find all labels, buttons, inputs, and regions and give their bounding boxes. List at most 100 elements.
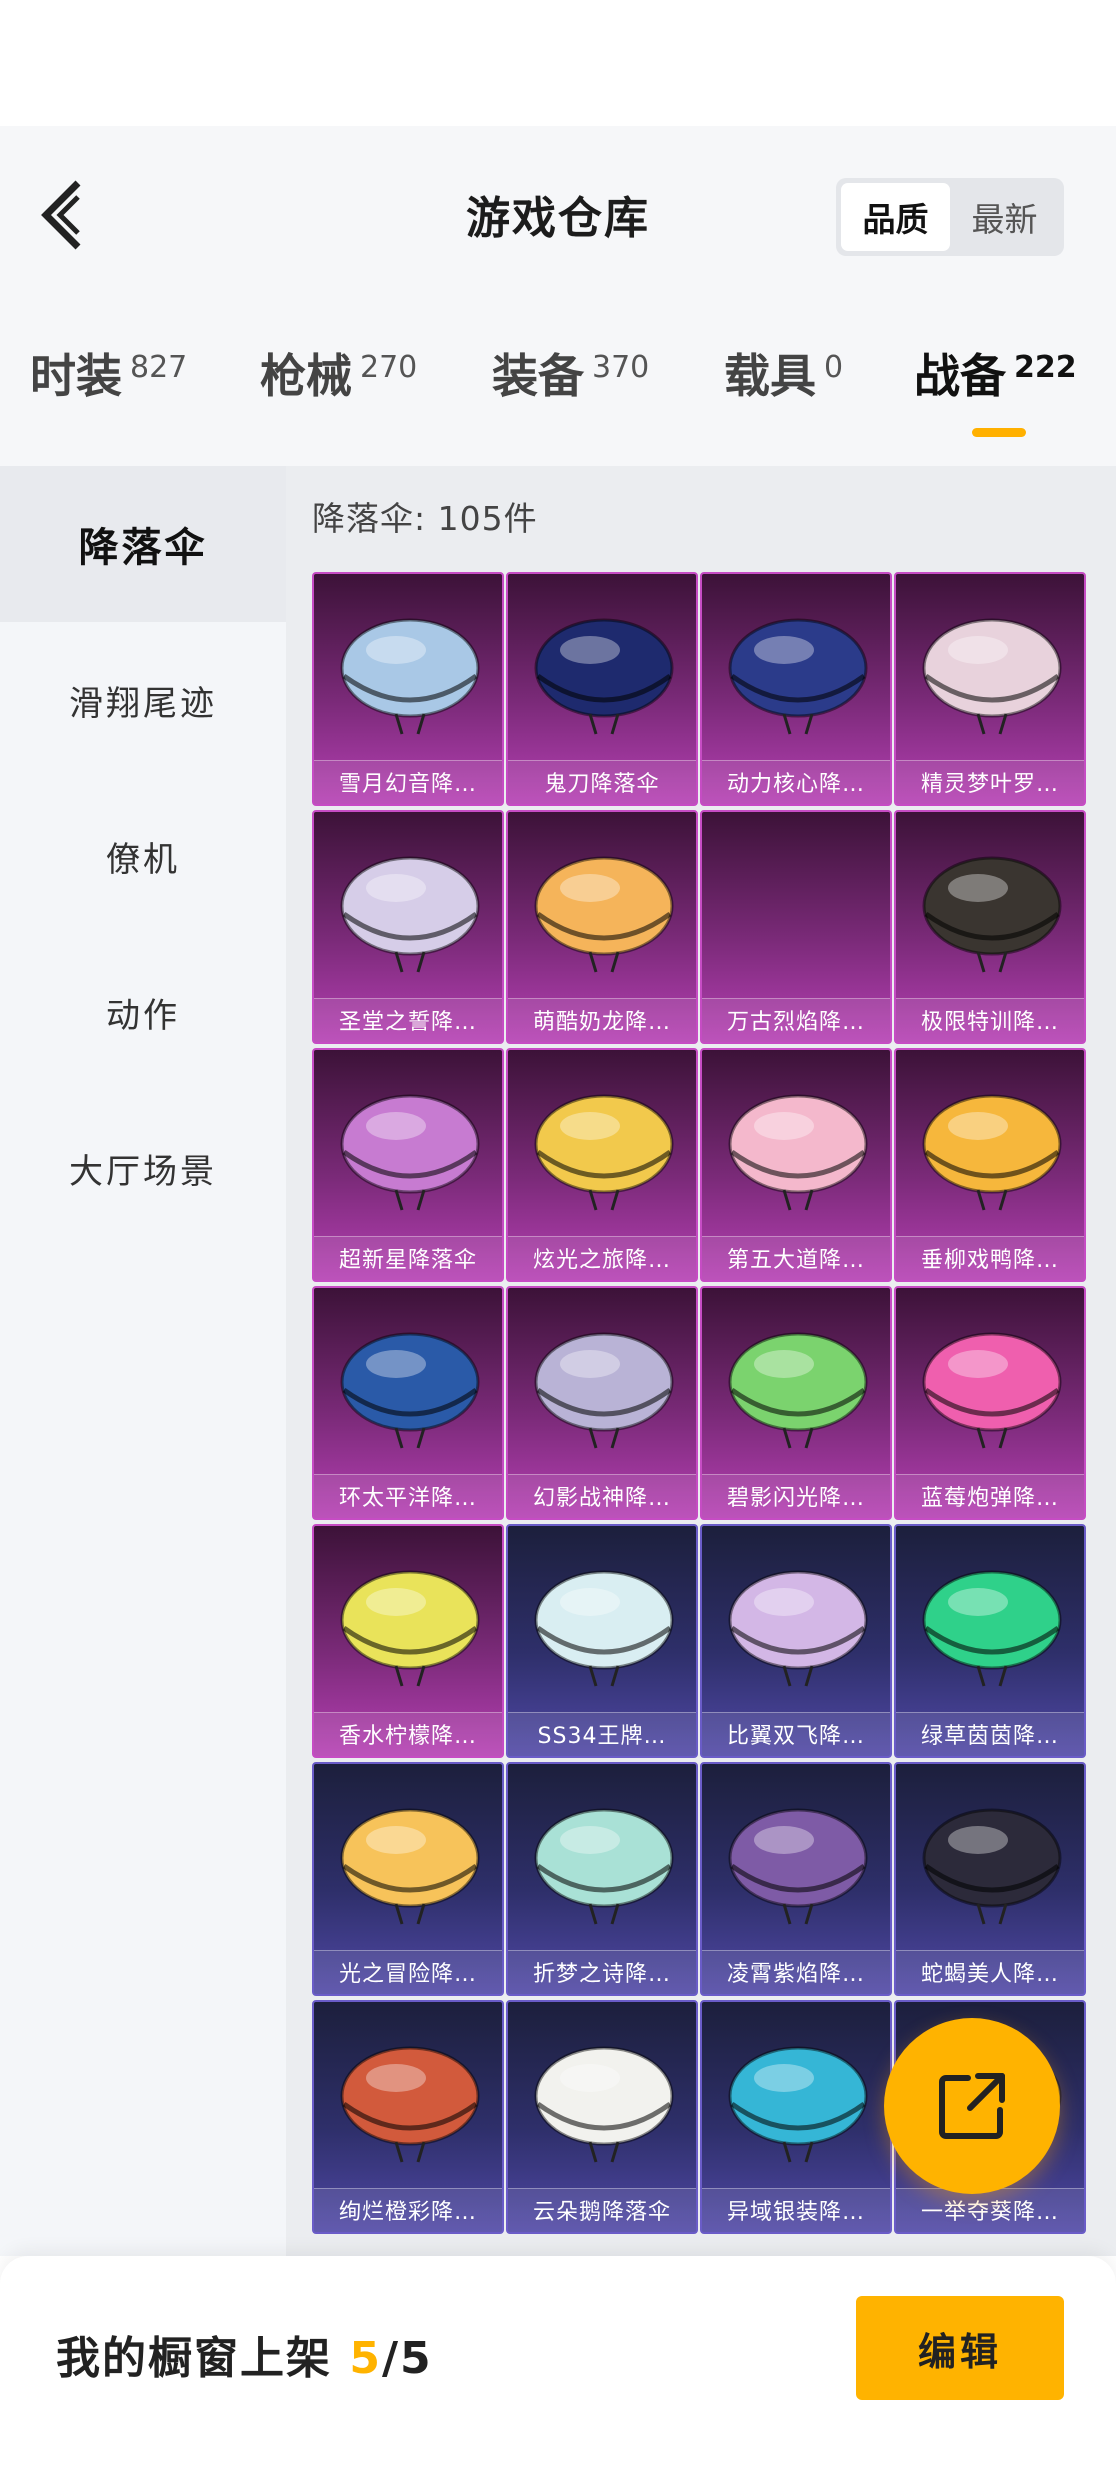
item-name: 凌霄紫焰降… — [726, 1962, 865, 1987]
parachute-icon — [340, 618, 480, 735]
sort-option-quality[interactable]: 品质 — [841, 183, 950, 251]
item-name: 蓝莓炮弹降… — [920, 1486, 1059, 1511]
tab-label: 载具 — [724, 349, 816, 403]
share-icon — [939, 2073, 1005, 2139]
item-name: 垂柳戏鸭降… — [920, 1248, 1059, 1273]
parachute-icon — [922, 1094, 1062, 1211]
showcase-label: 我的橱窗上架 — [56, 2333, 332, 2384]
sort-option-latest[interactable]: 最新 — [950, 183, 1059, 251]
showcase-current-count: 5 — [349, 2333, 382, 2384]
parachute-item[interactable]: 圣堂之誓降… — [312, 810, 504, 1044]
parachute-item[interactable]: 环太平洋降… — [312, 1286, 504, 1520]
item-name: 绚烂橙彩降… — [338, 2200, 477, 2225]
sidebar-item-wingman[interactable]: 僚机 — [0, 778, 286, 934]
tab-equipment[interactable]: 装备 370 — [492, 340, 649, 440]
parachute-icon — [922, 856, 1062, 973]
sidebar-item-lobby-scene[interactable]: 大厅场景 — [0, 1090, 286, 1246]
parachute-item[interactable]: 动力核心降… — [700, 572, 892, 806]
item-name: 精灵梦叶罗… — [920, 772, 1059, 797]
parachute-icon — [922, 1332, 1062, 1449]
parachute-icon — [534, 1808, 674, 1925]
active-tab-indicator — [972, 428, 1026, 437]
parachute-item[interactable]: 鬼刀降落伞 — [506, 572, 698, 806]
parachute-item[interactable]: 云朵鹅降落伞 — [506, 2000, 698, 2234]
parachute-item[interactable]: 异域银装降… — [700, 2000, 892, 2234]
parachute-icon — [728, 1094, 868, 1211]
parachute-item[interactable]: 比翼双飞降… — [700, 1524, 892, 1758]
parachute-item[interactable]: 极限特训降… — [894, 810, 1086, 1044]
showcase-total-count: /5 — [381, 2333, 433, 2384]
parachute-icon — [728, 1808, 868, 1925]
item-name: 炫光之旅降… — [532, 1248, 671, 1273]
parachute-item[interactable]: 香水柠檬降… — [312, 1524, 504, 1758]
tab-count: 270 — [360, 350, 418, 385]
item-name: 蛇蝎美人降… — [920, 1962, 1059, 1987]
parachute-icon — [534, 1332, 674, 1449]
item-name: 雪月幻音降… — [338, 772, 477, 797]
parachute-item[interactable]: 蓝莓炮弹降… — [894, 1286, 1086, 1520]
category-tabs: 时装 827 枪械 270 装备 370 载具 0 战备 222 — [0, 340, 1116, 460]
tab-fashion[interactable]: 时装 827 — [30, 340, 187, 440]
parachute-item[interactable]: 垂柳戏鸭降… — [894, 1048, 1086, 1282]
tab-vehicles[interactable]: 载具 0 — [724, 340, 843, 440]
item-name: 第五大道降… — [726, 1248, 865, 1273]
item-name: 幻影战神降… — [532, 1486, 671, 1511]
item-content: 降落伞: 105件 雪月幻音降… 鬼刀降落伞 动力核心降… 精灵梦叶罗… 圣堂之誓降… 萌… — [286, 466, 1116, 2256]
item-name: 折梦之诗降… — [532, 1962, 671, 1987]
tab-label: 装备 — [492, 349, 584, 403]
parachute-item[interactable]: 绚烂橙彩降… — [312, 2000, 504, 2234]
item-name: 云朵鹅降落伞 — [532, 2200, 671, 2225]
item-name: 动力核心降… — [726, 772, 865, 797]
parachute-item[interactable]: 折梦之诗降… — [506, 1762, 698, 1996]
edit-button[interactable]: 编辑 — [856, 2296, 1064, 2400]
tab-count: 370 — [592, 350, 650, 385]
item-name: 光之冒险降… — [338, 1962, 477, 1987]
item-name: 比翼双飞降… — [726, 1724, 865, 1749]
parachute-icon — [922, 618, 1062, 735]
parachute-icon — [922, 1808, 1062, 1925]
item-name: 异域银装降… — [726, 2200, 865, 2225]
parachute-icon — [728, 618, 868, 735]
parachute-item[interactable]: 幻影战神降… — [506, 1286, 698, 1520]
item-name: 环太平洋降… — [338, 1486, 477, 1511]
parachute-item[interactable]: 蛇蝎美人降… — [894, 1762, 1086, 1996]
sidebar-item-parachute[interactable]: 降落伞 — [0, 466, 286, 622]
share-button[interactable] — [884, 2018, 1060, 2194]
parachute-item[interactable]: 绿草茵茵降… — [894, 1524, 1086, 1758]
item-name: 鬼刀降落伞 — [544, 772, 660, 797]
parachute-item[interactable]: 精灵梦叶罗… — [894, 572, 1086, 806]
sidebar-item-emote[interactable]: 动作 — [0, 934, 286, 1090]
parachute-icon — [534, 1570, 674, 1687]
parachute-item[interactable]: 萌酷奶龙降… — [506, 810, 698, 1044]
item-name: 圣堂之誓降… — [338, 1010, 477, 1035]
item-name: 香水柠檬降… — [338, 1724, 477, 1749]
parachute-item[interactable]: 雪月幻音降… — [312, 572, 504, 806]
parachute-item[interactable]: 碧影闪光降… — [700, 1286, 892, 1520]
parachute-icon — [340, 2046, 480, 2163]
parachute-icon — [728, 1332, 868, 1449]
parachute-icon — [340, 1094, 480, 1211]
parachute-item[interactable]: 万古烈焰降… — [700, 810, 892, 1044]
parachute-item[interactable]: 光之冒险降… — [312, 1762, 504, 1996]
item-name: 萌酷奶龙降… — [532, 1010, 671, 1035]
item-name: SS34王牌… — [537, 1724, 667, 1749]
parachute-item[interactable]: 第五大道降… — [700, 1048, 892, 1282]
parachute-icon — [340, 1332, 480, 1449]
parachute-item[interactable]: 超新星降落伞 — [312, 1048, 504, 1282]
item-name: 超新星降落伞 — [338, 1248, 477, 1273]
parachute-icon — [728, 1570, 868, 1687]
parachute-icon — [340, 1808, 480, 1925]
sidebar-item-glide-trail[interactable]: 滑翔尾迹 — [0, 622, 286, 778]
parachute-item[interactable]: SS34王牌… — [506, 1524, 698, 1758]
parachute-icon — [534, 856, 674, 973]
parachute-icon — [728, 2046, 868, 2163]
showcase-status: 我的橱窗上架 5/5 — [56, 2322, 433, 2386]
parachute-icon — [534, 618, 674, 735]
tab-count: 827 — [130, 350, 188, 385]
parachute-item[interactable]: 凌霄紫焰降… — [700, 1762, 892, 1996]
tab-count: 222 — [1014, 350, 1077, 385]
tab-firearms[interactable]: 枪械 270 — [260, 340, 417, 440]
tab-combat-gear[interactable]: 战备 222 — [914, 340, 1077, 440]
parachute-icon — [922, 1570, 1062, 1687]
parachute-item[interactable]: 炫光之旅降… — [506, 1048, 698, 1282]
